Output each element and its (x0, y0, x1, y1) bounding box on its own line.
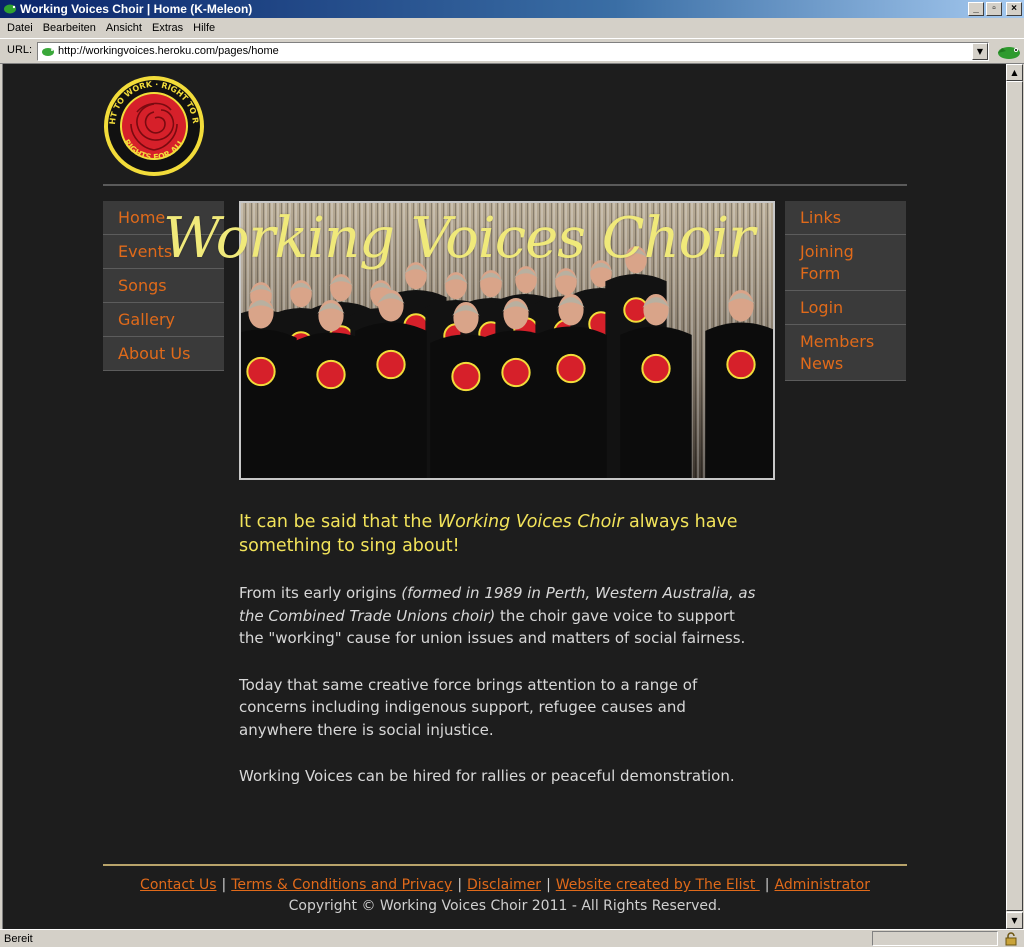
footer-website-credit[interactable]: Website created by The Elist (556, 877, 760, 893)
window-titlebar: Working Voices Choir | Home (K-Meleon) _… (0, 0, 1024, 18)
footer-separator: | (221, 877, 227, 893)
url-input[interactable]: http://workingvoices.heroku.com/pages/ho… (37, 42, 989, 61)
header-divider (103, 184, 907, 186)
nav-songs[interactable]: Songs (103, 269, 224, 303)
footer-links: Contact Us | Terms & Conditions and Privac… (103, 877, 907, 893)
minimize-button[interactable]: _ (968, 2, 984, 16)
status-text: Bereit (4, 933, 33, 945)
today-paragraph: Today that same creative force brings at… (239, 675, 698, 739)
menubar: Datei Bearbeiten Ansicht Extras Hilfe (0, 18, 1024, 38)
copyright-text: Copyright © Working Voices Choir 2011 - … (288, 898, 722, 914)
nav-login[interactable]: Login (785, 291, 906, 325)
go-icon[interactable] (996, 42, 1022, 61)
scroll-thumb[interactable] (1006, 81, 1023, 911)
footer-contact-us[interactable]: Contact Us (140, 877, 216, 893)
nav-members-news[interactable]: Members News (785, 325, 906, 381)
nav-gallery[interactable]: Gallery (103, 303, 224, 337)
maximize-button[interactable]: ▫ (986, 2, 1002, 16)
footer-terms[interactable]: Terms & Conditions and Privacy (231, 877, 452, 893)
security-lock-icon (1005, 932, 1017, 946)
url-label: URL: (7, 44, 33, 56)
page-icon (42, 48, 54, 56)
status-bar: Bereit (0, 929, 1024, 947)
menu-hilfe[interactable]: Hilfe (188, 18, 220, 38)
lead-paragraph: It can be said that the Working Voices C… (239, 512, 738, 556)
footer-divider (103, 864, 907, 866)
nav-about-us[interactable]: About Us (103, 337, 224, 371)
vertical-scrollbar[interactable]: ▲ ▼ (1006, 64, 1023, 929)
close-button[interactable]: × (1006, 2, 1022, 16)
menu-extras[interactable]: Extras (147, 18, 188, 38)
footer-separator: | (546, 877, 551, 893)
union-rose-logo[interactable]: RIGHT TO WORK · RIGHT TO REST RIGHTS FOR… (101, 74, 207, 178)
menu-datei[interactable]: Datei (2, 18, 38, 38)
menu-bearbeiten[interactable]: Bearbeiten (38, 18, 101, 38)
hire-paragraph: Working Voices can be hired for rallies … (239, 767, 735, 785)
menu-ansicht[interactable]: Ansicht (101, 18, 147, 38)
right-nav: Links Joining Form Login Members News (785, 201, 906, 381)
footer-administrator[interactable]: Administrator (775, 877, 870, 893)
footer-separator: | (457, 877, 463, 893)
page-viewport: RIGHT TO WORK · RIGHT TO REST RIGHTS FOR… (2, 64, 1006, 929)
footer-separator: | (764, 877, 770, 893)
origins-paragraph: From its early origins (formed in 1989 i… (239, 584, 756, 647)
url-dropdown-button[interactable]: ▼ (972, 43, 988, 60)
main-content: It can be said that the Working Voices C… (239, 510, 759, 812)
url-toolbar: URL: http://workingvoices.heroku.com/pag… (0, 38, 1024, 64)
status-panel (872, 931, 998, 946)
scroll-up-arrow[interactable]: ▲ (1006, 64, 1023, 81)
window-title: Working Voices Choir | Home (K-Meleon) (20, 2, 253, 16)
hero-title: Working Voices Choir (163, 206, 755, 271)
nav-links[interactable]: Links (785, 201, 906, 235)
k-meleon-icon (4, 4, 16, 14)
footer-disclaimer[interactable]: Disclaimer (467, 877, 541, 893)
scroll-down-arrow[interactable]: ▼ (1006, 912, 1023, 929)
nav-joining-form[interactable]: Joining Form (785, 235, 906, 291)
